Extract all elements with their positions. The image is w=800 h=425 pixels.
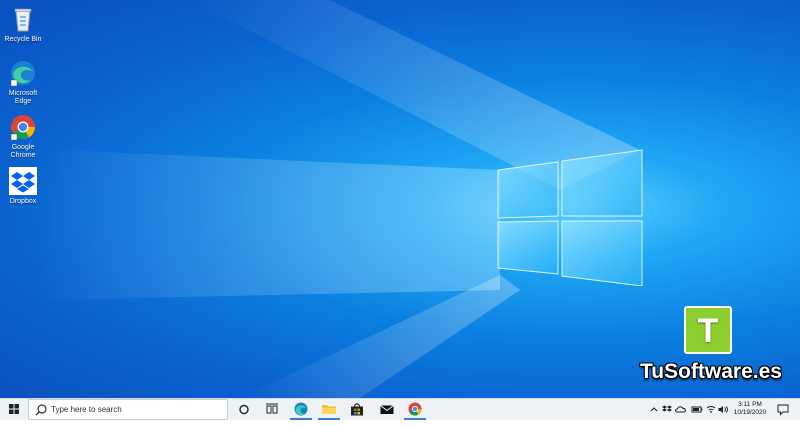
desktop-icon-recycle-bin[interactable]: Recycle Bin xyxy=(2,4,44,44)
watermark-text: TuSoftware.es xyxy=(640,360,782,383)
desktop-icon-dropbox[interactable]: Dropbox xyxy=(2,166,44,206)
desktop-icon-label: Microsoft Edge xyxy=(8,90,38,105)
logo-pane-bottom-right xyxy=(561,220,643,286)
desktop-icon-label: Dropbox xyxy=(9,198,37,205)
taskbar-app-edge[interactable] xyxy=(290,399,312,420)
task-view-icon[interactable] xyxy=(262,399,282,420)
search-placeholder: Type here to search xyxy=(51,405,122,414)
windows-logo-wallpaper xyxy=(497,149,643,286)
notification-center-icon[interactable] xyxy=(774,399,792,420)
clock-date: 10/19/2020 xyxy=(733,409,767,416)
folder-icon xyxy=(322,405,336,414)
taskbar-app-chrome[interactable] xyxy=(404,399,426,420)
watermark-logo-box: T xyxy=(684,306,732,354)
desktop[interactable]: Recycle Bin Microsoft Edge Google Chrome… xyxy=(0,0,800,398)
tusoftware-watermark: T TuSoftware.es xyxy=(636,306,786,386)
windows-start-icon xyxy=(9,404,19,414)
taskbar-clock[interactable]: 3:11 PM 10/19/2020 xyxy=(728,401,772,417)
desktop-icon-label: Google Chrome xyxy=(10,144,36,159)
chevron-up-icon[interactable] xyxy=(648,399,660,420)
recycle-bin-icon xyxy=(14,8,32,32)
edge-icon xyxy=(10,61,35,87)
dropbox-tray-icon[interactable] xyxy=(661,399,673,420)
battery-icon[interactable] xyxy=(690,399,704,420)
taskbar-search-box[interactable]: Type here to search xyxy=(28,399,228,420)
desktop-icon-edge[interactable]: Microsoft Edge xyxy=(2,58,44,106)
watermark-letter: T xyxy=(697,312,719,350)
cortana-icon[interactable] xyxy=(234,399,254,420)
clock-time: 3:11 PM xyxy=(738,401,762,408)
onedrive-cloud-icon[interactable] xyxy=(674,399,688,420)
desktop-icon-chrome[interactable]: Google Chrome xyxy=(2,112,44,160)
taskbar-app-file-explorer[interactable] xyxy=(318,399,340,420)
wifi-icon[interactable] xyxy=(705,399,717,420)
taskbar: Type here to search 3:11 PM 10/19/2020 xyxy=(0,398,800,420)
store-bag-icon xyxy=(351,403,363,416)
taskbar-app-store[interactable] xyxy=(346,399,368,420)
mail-icon xyxy=(380,405,394,414)
start-button[interactable] xyxy=(0,399,28,420)
taskbar-app-mail[interactable] xyxy=(376,399,398,420)
logo-pane-top-left xyxy=(497,161,559,219)
light-beam-middle xyxy=(40,150,500,300)
desktop-icon-label: Recycle Bin xyxy=(4,36,42,43)
logo-pane-bottom-left xyxy=(497,220,559,275)
logo-pane-top-right xyxy=(561,149,643,217)
search-icon xyxy=(35,404,47,416)
chrome-icon xyxy=(408,402,422,416)
dropbox-icon xyxy=(9,167,37,195)
edge-icon xyxy=(294,402,308,416)
chrome-icon xyxy=(10,115,36,141)
